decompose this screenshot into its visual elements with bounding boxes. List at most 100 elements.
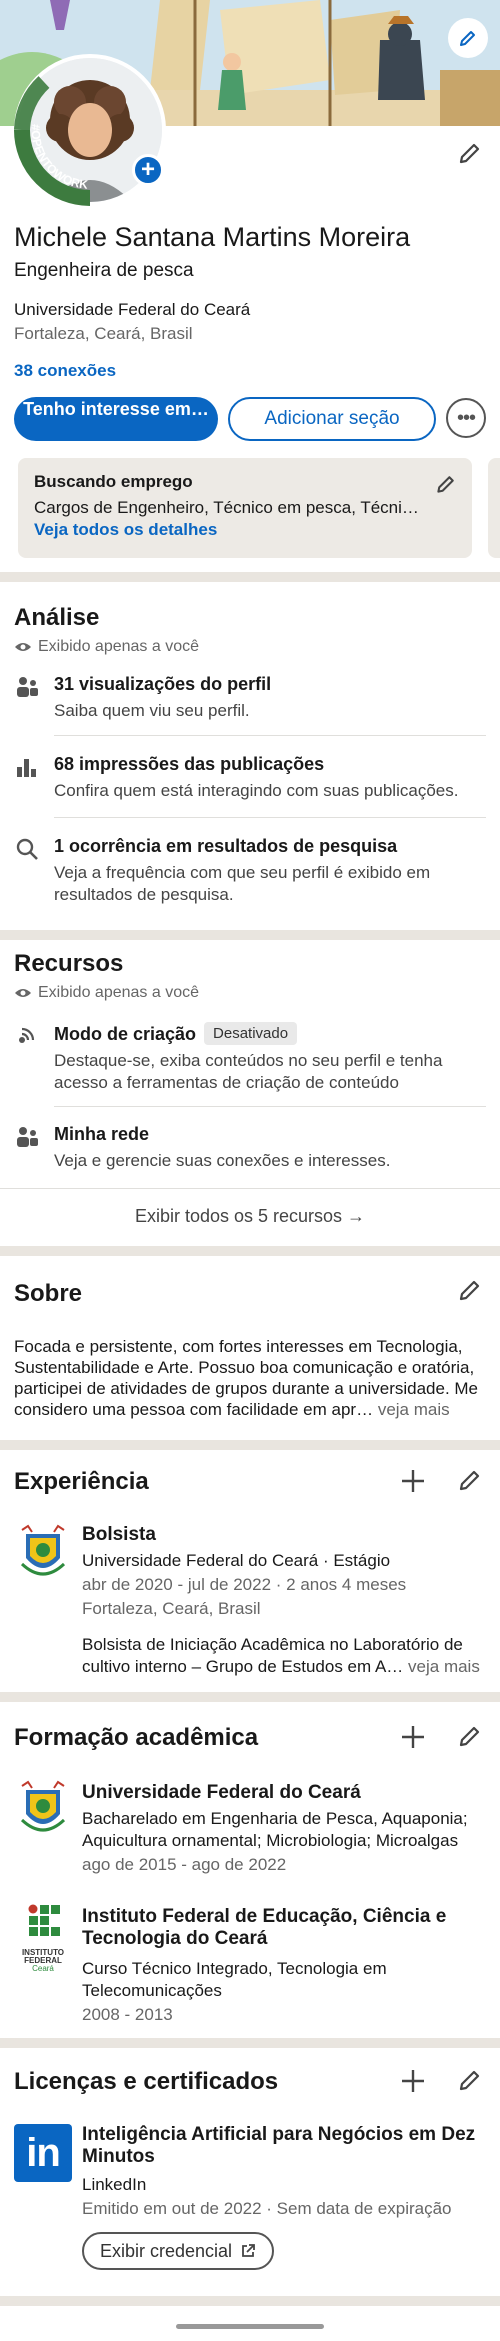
edit-otw-button[interactable] [432, 470, 460, 498]
analytics-title: Análise [14, 604, 100, 631]
row-separator [0, 1188, 500, 1189]
logo-line: Ceará [32, 1964, 54, 1973]
ifce-logo-text: INSTITUTO FEDERAL Ceará [16, 1949, 70, 1973]
eye-icon [15, 643, 31, 651]
resources-title: Recursos [14, 950, 124, 977]
analytics-item-impressions[interactable]: 68 impressões das publicações Confira qu… [14, 752, 486, 812]
edit-cover-button[interactable] [448, 18, 488, 58]
show-credential-label: Exibir credencial [100, 2240, 233, 2261]
resource-item-title: Modo de criação Desativado [54, 1022, 298, 1045]
edit-experience-button[interactable] [456, 1466, 484, 1494]
row-separator [54, 1106, 486, 1107]
external-link-icon [242, 2244, 255, 2257]
pencil-icon [459, 143, 480, 164]
analytics-item-subtitle: Saiba quem viu seu perfil. [54, 701, 250, 720]
next-card-peek[interactable] [488, 458, 500, 558]
resource-item-title: Minha rede [54, 1124, 150, 1144]
linkedin-logo-text: in [26, 2130, 61, 2175]
open-to-work-card[interactable]: Buscando emprego Cargos de Engenheiro, T… [18, 458, 472, 558]
pencil-icon [459, 1280, 480, 1301]
resource-item-creator-mode[interactable]: Modo de criação Desativado Destaque-se, e… [14, 1020, 486, 1096]
ufc-logo [18, 1780, 68, 1836]
pencil-icon [459, 1726, 480, 1747]
analytics-item-profile-views[interactable]: 31 visualizações do perfil Saiba quem vi… [14, 672, 486, 732]
section-divider [0, 2296, 500, 2306]
search-icon [14, 836, 40, 862]
add-section-button[interactable]: Adicionar seção [228, 397, 436, 441]
pencil-icon [460, 31, 475, 46]
pencil-icon [459, 1470, 480, 1491]
analytics-item-title: 68 impressões das publicações [54, 754, 325, 774]
section-divider [0, 930, 500, 940]
resource-item-subtitle: Veja e gerencie suas conexões e interess… [54, 1151, 391, 1170]
show-all-resources-link[interactable]: Exibir todos os 5 recursos → [0, 1206, 500, 1227]
resource-title-text: Modo de criação [54, 1024, 197, 1044]
section-divider [0, 1440, 500, 1450]
see-more-link[interactable]: veja mais [408, 1657, 480, 1676]
education-title: Formação acadêmica [14, 1724, 259, 1751]
home-indicator[interactable] [176, 2324, 324, 2329]
experience-description: Bolsista de Iniciação Acadêmica no Labor… [82, 1634, 487, 1678]
section-divider [0, 1246, 500, 1256]
experience-description-text: Bolsista de Iniciação Acadêmica no Labor… [82, 1635, 463, 1676]
resource-item-my-network[interactable]: Minha rede Veja e gerencie suas conexões… [14, 1122, 486, 1182]
analytics-item-search-appearances[interactable]: 1 ocorrência em resultados de pesquisa V… [14, 834, 486, 914]
add-license-button[interactable] [398, 2066, 428, 2096]
otw-details-link[interactable]: Veja todos os detalhes [34, 520, 456, 540]
analytics-item-title: 1 ocorrência em resultados de pesquisa [54, 836, 398, 856]
plus-icon [402, 1470, 424, 1492]
profile-headline: Engenheira de pesca [14, 260, 194, 281]
private-note-text: Exibido apenas a você [38, 984, 199, 1001]
education-school: Instituto Federal de Educação, Ciência e… [82, 1906, 447, 1949]
pencil-icon [459, 2070, 480, 2091]
private-note-text: Exibido apenas a você [38, 638, 199, 655]
analytics-item-subtitle: Confira quem está interagindo com suas p… [54, 781, 459, 800]
linkedin-logo: in [14, 2124, 72, 2182]
eye-icon [15, 989, 31, 997]
about-text: Focada e persistente, com fortes interes… [14, 1336, 486, 1420]
experience-role: Bolsista [82, 1524, 156, 1545]
resources-private-note: Exibido apenas a você [14, 984, 199, 1002]
license-issued: Emitido em out de 2022 · Sem data de exp… [82, 2199, 452, 2218]
otw-title: Buscando emprego [34, 472, 193, 491]
licenses-title: Licenças e certificados [14, 2068, 279, 2095]
license-name: Inteligência Artificial para Negócios em… [82, 2124, 476, 2167]
education-degree: Curso Técnico Integrado, Tecnologia em T… [82, 1959, 387, 2000]
about-title: Sobre [14, 1280, 83, 1307]
open-to-button[interactable]: Tenho interesse em… [14, 397, 218, 441]
section-divider [0, 2038, 500, 2048]
plus-icon: + [140, 156, 155, 183]
edit-intro-button[interactable] [456, 139, 484, 167]
row-separator [54, 735, 486, 736]
add-photo-button[interactable]: + [132, 154, 164, 186]
connections-link[interactable]: 38 conexões [14, 361, 116, 381]
add-education-button[interactable] [398, 1722, 428, 1752]
section-divider [0, 572, 500, 582]
edit-about-button[interactable] [456, 1276, 484, 1304]
see-more-link[interactable]: veja mais [378, 1400, 450, 1419]
plus-icon [402, 2070, 424, 2092]
analytics-item-subtitle: Veja a frequência com que seu perfil é e… [54, 863, 431, 904]
bar-chart-icon [14, 754, 40, 780]
license-issuer: LinkedIn [82, 2175, 147, 2194]
experience-company: Universidade Federal do Ceará · Estágio [82, 1551, 391, 1570]
profile-photo[interactable]: #OPENTOWORK + [14, 54, 166, 206]
pencil-icon [437, 476, 454, 493]
education-dates: 2008 - 2013 [82, 2005, 173, 2024]
experience-dates: abr de 2020 - jul de 2022 · 2 anos 4 mes… [82, 1575, 407, 1594]
analytics-private-note: Exibido apenas a você [14, 638, 199, 656]
people-icon [14, 1124, 40, 1150]
ufc-logo [18, 1524, 68, 1580]
more-button[interactable]: ••• [446, 398, 486, 438]
education-degree: Bacharelado em Engenharia de Pesca, Aqua… [82, 1809, 468, 1850]
broadcast-icon [14, 1022, 40, 1048]
profile-location: Fortaleza, Ceará, Brasil [14, 324, 193, 343]
profile-education[interactable]: Universidade Federal do Ceará [14, 300, 250, 320]
experience-title: Experiência [14, 1468, 149, 1495]
add-experience-button[interactable] [398, 1466, 428, 1496]
edit-licenses-button[interactable] [456, 2066, 484, 2094]
otw-roles: Cargos de Engenheiro, Técnico em pesca, … [34, 498, 424, 517]
show-credential-button[interactable]: Exibir credencial [82, 2232, 275, 2270]
edit-education-button[interactable] [456, 1722, 484, 1750]
people-icon [14, 674, 40, 700]
